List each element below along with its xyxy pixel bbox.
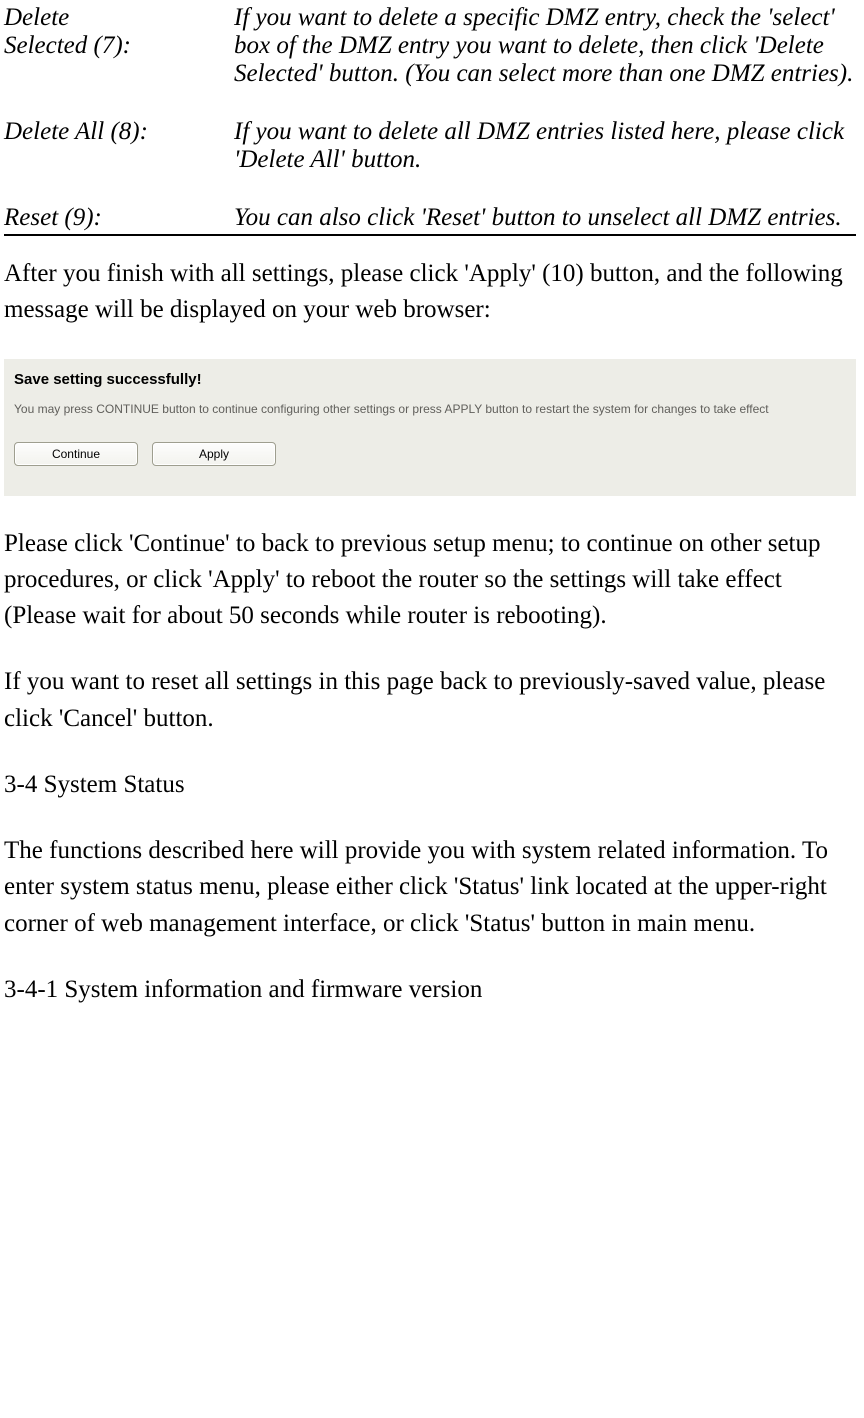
- dialog-button-row: Continue Apply: [14, 442, 846, 466]
- dialog-title: Save setting successfully!: [14, 371, 846, 388]
- apply-button-label: Apply: [199, 447, 229, 461]
- apply-button[interactable]: Apply: [152, 442, 276, 466]
- continue-button[interactable]: Continue: [14, 442, 138, 466]
- definition-term: Reset (9):: [4, 204, 234, 232]
- definition-row-delete-all: Delete All (8): If you want to delete al…: [4, 118, 856, 174]
- dialog-description: You may press CONTINUE button to continu…: [14, 400, 846, 418]
- definition-term: Delete Selected (7):: [4, 4, 234, 88]
- heading-system-status: 3-4 System Status: [4, 767, 856, 803]
- definition-description: You can also click 'Reset' button to uns…: [234, 204, 856, 232]
- paragraph-reset: If you want to reset all settings in thi…: [4, 664, 856, 737]
- paragraph-system-status: The functions described here will provid…: [4, 833, 856, 942]
- paragraph-after-finish: After you finish with all settings, plea…: [4, 256, 856, 329]
- save-success-dialog: Save setting successfully! You may press…: [4, 359, 856, 496]
- definition-description: If you want to delete a specific DMZ ent…: [234, 4, 856, 88]
- definition-row-delete-selected: Delete Selected (7): If you want to dele…: [4, 4, 856, 88]
- definition-term: Delete All (8):: [4, 118, 234, 174]
- continue-button-label: Continue: [52, 447, 100, 461]
- heading-system-info: 3-4-1 System information and firmware ve…: [4, 972, 856, 1008]
- term-line2: Selected (7):: [4, 32, 131, 59]
- definition-table: Delete Selected (7): If you want to dele…: [4, 4, 856, 236]
- paragraph-continue: Please click 'Continue' to back to previ…: [4, 526, 856, 635]
- definition-row-reset: Reset (9): You can also click 'Reset' bu…: [4, 204, 856, 232]
- term-line1: Delete: [4, 4, 69, 31]
- definition-description: If you want to delete all DMZ entries li…: [234, 118, 856, 174]
